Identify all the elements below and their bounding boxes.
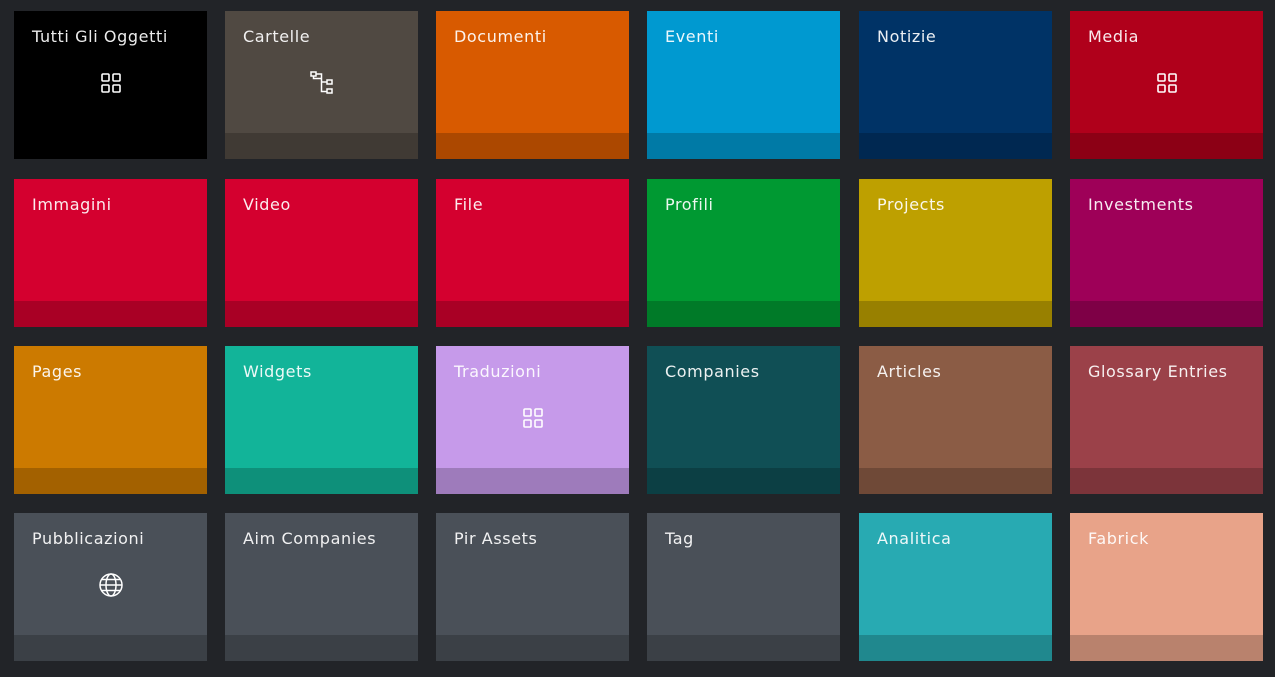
tile-documenti[interactable]: Documenti bbox=[436, 11, 629, 159]
tile-footer bbox=[1070, 635, 1263, 661]
tile-cartelle[interactable]: Cartelle bbox=[225, 11, 418, 159]
grid-icon bbox=[98, 70, 124, 96]
tile-label: Profili bbox=[665, 195, 714, 214]
tile-label: Pages bbox=[32, 362, 83, 381]
tile-immagini[interactable]: Immagini bbox=[14, 179, 207, 327]
tile-label: Tutti Gli Oggetti bbox=[32, 27, 168, 46]
grid-icon bbox=[1154, 70, 1180, 96]
tile-label: Pubblicazioni bbox=[32, 529, 145, 548]
tile-label: Pir Assets bbox=[454, 529, 538, 548]
folder-tree-icon bbox=[309, 70, 335, 96]
tile-eventi[interactable]: Eventi bbox=[647, 11, 840, 159]
tile-companies[interactable]: Companies bbox=[647, 346, 840, 494]
tile-label: Projects bbox=[877, 195, 945, 214]
tile-footer bbox=[647, 468, 840, 494]
tile-label: Immagini bbox=[32, 195, 112, 214]
tile-pubblicazioni[interactable]: Pubblicazioni bbox=[14, 513, 207, 661]
content-type-grid: Tutti Gli Oggetti Cartelle Documenti Eventi… bbox=[0, 0, 1275, 677]
tile-label: Investments bbox=[1088, 195, 1194, 214]
tile-label: Widgets bbox=[243, 362, 312, 381]
tile-footer bbox=[1070, 301, 1263, 327]
tile-file[interactable]: File bbox=[436, 179, 629, 327]
tile-footer bbox=[436, 635, 629, 661]
tile-footer bbox=[859, 468, 1052, 494]
tile-media[interactable]: Media bbox=[1070, 11, 1263, 159]
tile-footer bbox=[14, 301, 207, 327]
tile-footer bbox=[1070, 468, 1263, 494]
tile-footer bbox=[647, 635, 840, 661]
tile-notizie[interactable]: Notizie bbox=[859, 11, 1052, 159]
globe-icon bbox=[98, 572, 124, 598]
tile-pir-assets[interactable]: Pir Assets bbox=[436, 513, 629, 661]
tile-label: Video bbox=[243, 195, 291, 214]
tile-label: Cartelle bbox=[243, 27, 311, 46]
tile-label: Eventi bbox=[665, 27, 719, 46]
tile-footer bbox=[436, 468, 629, 494]
tile-profili[interactable]: Profili bbox=[647, 179, 840, 327]
tile-footer bbox=[859, 133, 1052, 159]
tile-tag[interactable]: Tag bbox=[647, 513, 840, 661]
tile-label: Fabrick bbox=[1088, 529, 1149, 548]
tile-label: File bbox=[454, 195, 484, 214]
tile-footer bbox=[225, 133, 418, 159]
tile-footer bbox=[436, 301, 629, 327]
tile-footer bbox=[14, 635, 207, 661]
tile-footer bbox=[436, 133, 629, 159]
tile-tutti-gli-oggetti[interactable]: Tutti Gli Oggetti bbox=[14, 11, 207, 159]
tile-footer bbox=[14, 133, 207, 159]
tile-pages[interactable]: Pages bbox=[14, 346, 207, 494]
tile-footer bbox=[859, 301, 1052, 327]
tile-video[interactable]: Video bbox=[225, 179, 418, 327]
tile-label: Glossary Entries bbox=[1088, 362, 1228, 381]
tile-fabrick[interactable]: Fabrick bbox=[1070, 513, 1263, 661]
tile-label: Analitica bbox=[877, 529, 952, 548]
tile-projects[interactable]: Projects bbox=[859, 179, 1052, 327]
tile-label: Notizie bbox=[877, 27, 937, 46]
tile-footer bbox=[1070, 133, 1263, 159]
tile-widgets[interactable]: Widgets bbox=[225, 346, 418, 494]
tile-label: Media bbox=[1088, 27, 1140, 46]
tile-footer bbox=[225, 301, 418, 327]
tile-articles[interactable]: Articles bbox=[859, 346, 1052, 494]
tile-footer bbox=[647, 301, 840, 327]
tile-label: Tag bbox=[665, 529, 694, 548]
tile-glossary-entries[interactable]: Glossary Entries bbox=[1070, 346, 1263, 494]
tile-analitica[interactable]: Analitica bbox=[859, 513, 1052, 661]
tile-footer bbox=[225, 468, 418, 494]
tile-footer bbox=[647, 133, 840, 159]
tile-label: Companies bbox=[665, 362, 760, 381]
tile-label: Articles bbox=[877, 362, 942, 381]
grid-icon bbox=[520, 405, 546, 431]
tile-footer bbox=[225, 635, 418, 661]
tile-label: Aim Companies bbox=[243, 529, 377, 548]
tile-footer bbox=[859, 635, 1052, 661]
tile-traduzioni[interactable]: Traduzioni bbox=[436, 346, 629, 494]
tile-investments[interactable]: Investments bbox=[1070, 179, 1263, 327]
tile-footer bbox=[14, 468, 207, 494]
tile-aim-companies[interactable]: Aim Companies bbox=[225, 513, 418, 661]
tile-label: Traduzioni bbox=[454, 362, 542, 381]
tile-label: Documenti bbox=[454, 27, 547, 46]
